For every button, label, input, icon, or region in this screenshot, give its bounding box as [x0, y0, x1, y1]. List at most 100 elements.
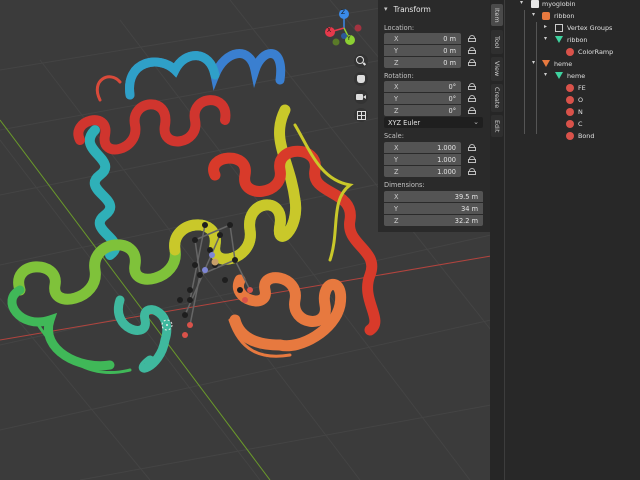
item-label: myoglobin	[542, 0, 576, 8]
grid-icon	[357, 111, 366, 120]
tab-label: Item	[493, 7, 501, 23]
axis-label: Y	[394, 156, 399, 164]
material-icon	[566, 48, 574, 56]
tab-label: Edit	[493, 119, 501, 133]
outliner-item-myoglobin[interactable]: ▾ myoglobin	[505, 0, 640, 10]
mesh-data-icon	[555, 36, 563, 43]
rotation-x-field[interactable]: X 0°	[384, 81, 461, 92]
tab-edit[interactable]: Edit	[491, 115, 503, 137]
axis-label: Z	[394, 107, 399, 115]
chevron-down-icon: ⌄	[473, 118, 479, 126]
material-icon	[566, 108, 574, 116]
axis-label: Z	[394, 217, 399, 225]
field-value: 0 m	[443, 35, 456, 43]
lock-icon[interactable]	[468, 95, 476, 102]
outliner: ▾ myoglobin ▾ ribbon ▸ Vertex Groups ▾ r…	[505, 0, 640, 480]
dimension-x-field[interactable]: X 39.5 m	[384, 191, 483, 202]
rotation-z-field[interactable]: Z 0°	[384, 105, 461, 116]
scale-x-field[interactable]: X 1.000	[384, 142, 461, 153]
outliner-item-heme-object[interactable]: ▾ heme	[505, 58, 640, 70]
camera-view-button[interactable]	[354, 90, 368, 104]
ortho-toggle-button[interactable]	[354, 108, 368, 122]
outliner-item-c[interactable]: C	[505, 118, 640, 130]
dimension-y-field[interactable]: Y 34 m	[384, 203, 483, 214]
gizmo-y-label: Y	[347, 35, 351, 42]
tab-tool[interactable]: Tool	[491, 30, 503, 54]
tab-item[interactable]: Item	[491, 4, 503, 26]
lock-icon[interactable]	[468, 35, 476, 42]
protein-ribbon	[7, 49, 381, 375]
item-label: heme	[567, 72, 586, 80]
scale-y-field[interactable]: Y 1.000	[384, 154, 461, 165]
axis-label: Y	[394, 47, 399, 55]
outliner-item-o[interactable]: O	[505, 94, 640, 106]
zoom-button[interactable]	[354, 54, 368, 68]
tab-view[interactable]: View	[491, 57, 503, 81]
axis-label: X	[394, 35, 399, 43]
expand-arrow-icon: ▾	[544, 35, 548, 42]
location-z-field[interactable]: Z 0 m	[384, 57, 461, 68]
pan-button[interactable]	[354, 72, 368, 86]
lock-icon[interactable]	[468, 168, 476, 175]
expand-arrow-icon: ▾	[520, 0, 524, 6]
item-label: N	[578, 108, 583, 116]
tab-create[interactable]: Create	[491, 84, 503, 112]
expand-arrow-icon: ▸	[544, 23, 548, 30]
lock-icon[interactable]	[468, 59, 476, 66]
lock-icon[interactable]	[468, 144, 476, 151]
axis-label: X	[394, 144, 399, 152]
location-y-field[interactable]: Y 0 m	[384, 45, 461, 56]
location-label: Location:	[384, 24, 415, 32]
axis-label: Y	[394, 205, 399, 213]
item-label: Bond	[578, 132, 595, 140]
outliner-item-n[interactable]: N	[505, 106, 640, 118]
expand-arrow-icon: ▾	[532, 59, 536, 66]
field-value: 32.2 m	[454, 217, 478, 225]
lock-icon[interactable]	[468, 156, 476, 163]
outliner-item-bond[interactable]: Bond	[505, 130, 640, 142]
field-value: 1.000	[437, 168, 456, 176]
item-label: heme	[554, 60, 573, 68]
material-icon	[566, 120, 574, 128]
field-value: 0°	[448, 83, 457, 91]
tab-label: Tool	[493, 35, 501, 49]
item-label: C	[578, 120, 583, 128]
transform-panel: ▾ Transform Location: X 0 m Y 0 m Z 0 m Rot…	[378, 0, 490, 232]
axis-label: Y	[394, 95, 399, 103]
scale-label: Scale:	[384, 132, 404, 140]
navigation-gizmo[interactable]: Z X Y	[318, 6, 364, 52]
item-label: FE	[578, 84, 586, 92]
scale-z-field[interactable]: Z 1.000	[384, 166, 461, 177]
field-value: 1.000	[437, 156, 456, 164]
outliner-item-ribbon-object[interactable]: ▾ ribbon	[505, 10, 640, 22]
outliner-item-fe[interactable]: FE	[505, 82, 640, 94]
location-x-field[interactable]: X 0 m	[384, 33, 461, 44]
lock-icon[interactable]	[468, 83, 476, 90]
axis-label: X	[394, 83, 399, 91]
outliner-item-ribbon-mesh[interactable]: ▾ ribbon	[505, 34, 640, 46]
vertex-groups-icon	[555, 24, 563, 32]
field-value: 0°	[448, 107, 457, 115]
tab-label: Create	[493, 87, 501, 109]
transform-header[interactable]: ▾ Transform	[378, 0, 490, 18]
dimensions-label: Dimensions:	[384, 181, 425, 189]
item-label: ribbon	[554, 12, 575, 20]
gizmo-x-label: X	[327, 27, 332, 34]
outliner-item-heme-mesh[interactable]: ▾ heme	[505, 70, 640, 82]
outliner-item-vertex-groups[interactable]: ▸ Vertex Groups	[505, 22, 640, 34]
dimension-z-field[interactable]: Z 32.2 m	[384, 215, 483, 226]
rotation-mode-dropdown[interactable]: XYZ Euler ⌄	[384, 117, 483, 128]
object-icon	[542, 60, 550, 67]
field-value: 0 m	[443, 59, 456, 67]
camera-icon	[356, 94, 363, 100]
axis-label: Z	[394, 59, 399, 67]
lock-icon[interactable]	[468, 107, 476, 114]
item-label: Vertex Groups	[567, 24, 613, 32]
sidebar-tabs: Item Tool View Create Edit	[490, 0, 504, 480]
expand-arrow-icon: ▾	[532, 11, 536, 18]
field-value: 39.5 m	[454, 193, 478, 201]
outliner-item-colorramp[interactable]: ColorRamp	[505, 46, 640, 58]
rotation-y-field[interactable]: Y 0°	[384, 93, 461, 104]
lock-icon[interactable]	[468, 47, 476, 54]
axis-label: Z	[394, 168, 399, 176]
